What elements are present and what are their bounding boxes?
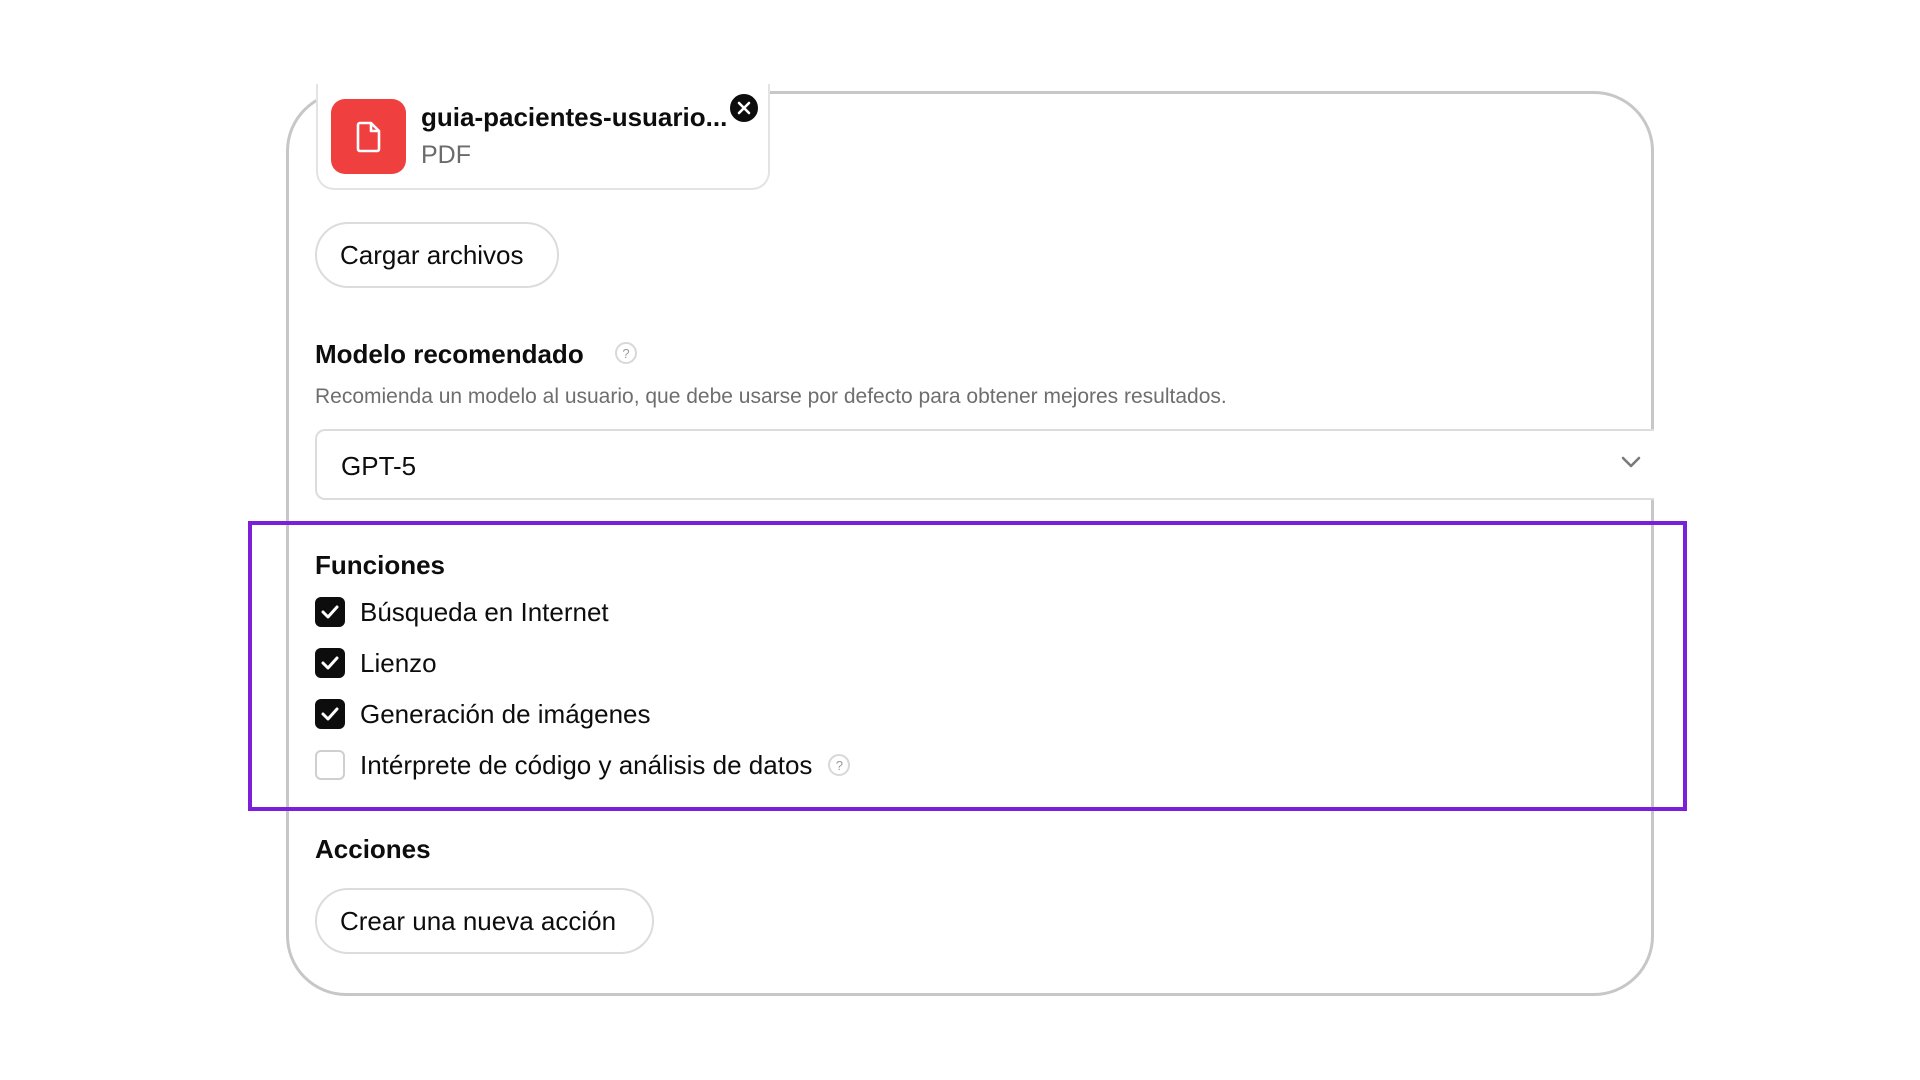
checkbox-image-generation[interactable] xyxy=(315,699,345,729)
help-icon[interactable]: ? xyxy=(615,342,637,364)
help-icon[interactable]: ? xyxy=(828,754,851,776)
function-label: Generación de imágenes xyxy=(360,698,651,729)
recommended-model-title: Modelo recomendado xyxy=(315,339,584,369)
create-action-button[interactable]: Crear una nueva acción xyxy=(315,888,654,954)
upload-files-button[interactable]: Cargar archivos xyxy=(315,222,559,288)
checkbox-web-search[interactable] xyxy=(315,597,345,627)
close-icon xyxy=(737,101,751,115)
model-select-value: GPT-5 xyxy=(341,451,417,481)
function-code-interpreter[interactable]: Intérprete de código y análisis de datos… xyxy=(315,749,851,780)
remove-file-button[interactable] xyxy=(728,92,760,124)
chevron-down-icon xyxy=(1621,456,1641,468)
file-type: PDF xyxy=(421,141,471,169)
function-label: Búsqueda en Internet xyxy=(360,596,609,627)
functions-title: Funciones xyxy=(315,550,446,580)
file-name: guia-pacientes-usuario... xyxy=(421,102,728,132)
checkmark-icon xyxy=(321,605,339,619)
function-label: Lienzo xyxy=(360,647,437,678)
function-web-search[interactable]: Búsqueda en Internet xyxy=(315,597,609,627)
checkbox-code-interpreter[interactable] xyxy=(315,750,345,780)
checkmark-icon xyxy=(321,707,339,721)
function-label: Intérprete de código y análisis de datos xyxy=(360,749,813,780)
model-select[interactable]: GPT-5 xyxy=(315,429,1654,500)
function-image-generation[interactable]: Generación de imágenes xyxy=(315,699,651,729)
recommended-model-description: Recomienda un modelo al usuario, que deb… xyxy=(315,385,1227,408)
function-canvas[interactable]: Lienzo xyxy=(315,648,437,678)
checkmark-icon xyxy=(321,656,339,670)
checkbox-canvas[interactable] xyxy=(315,648,345,678)
pdf-file-icon xyxy=(331,99,406,174)
actions-title: Acciones xyxy=(315,834,431,864)
